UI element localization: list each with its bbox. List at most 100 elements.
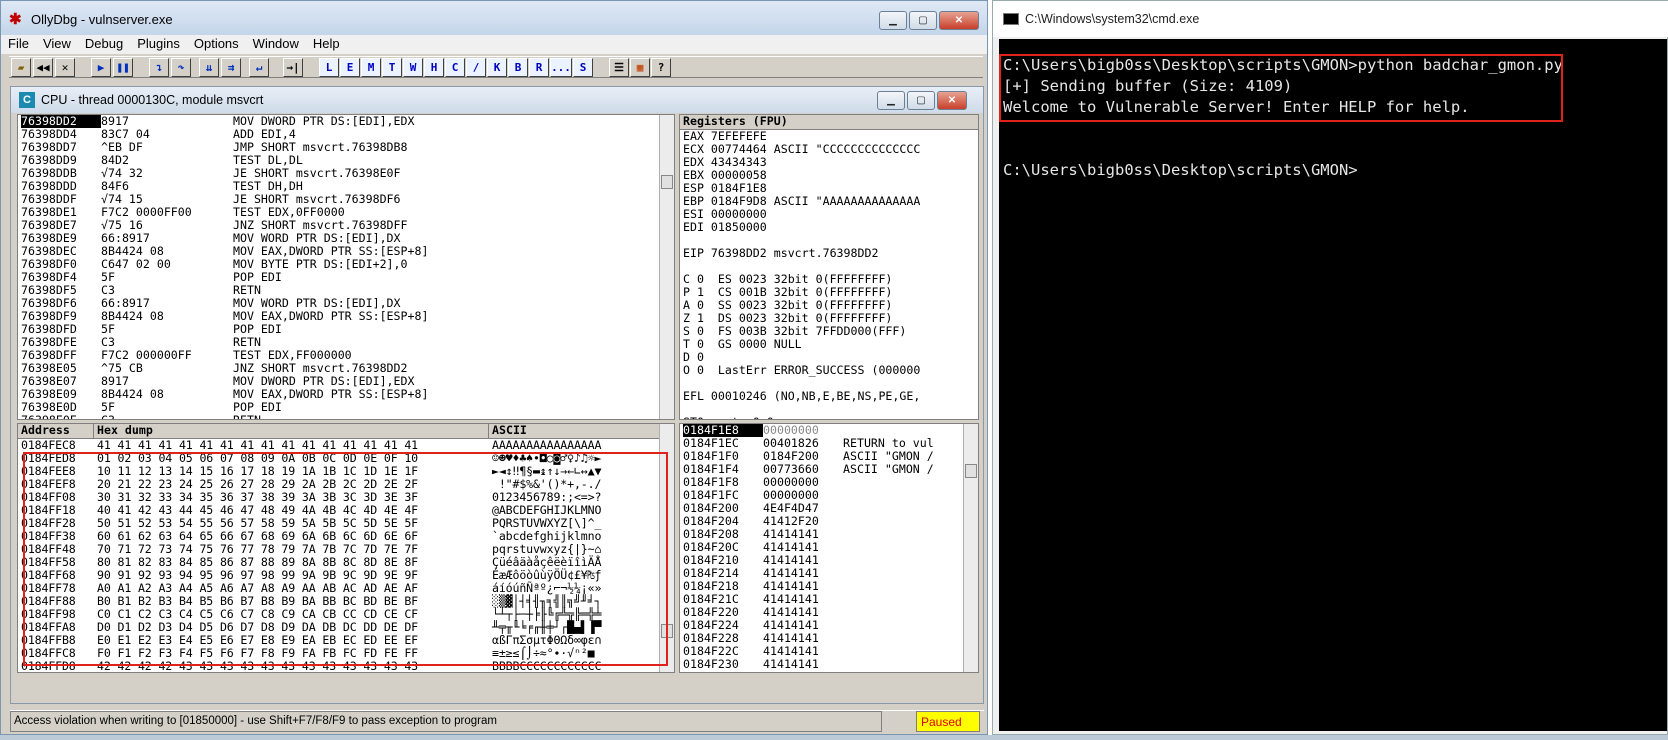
toolbar-m-button[interactable]: M xyxy=(361,58,381,77)
rewind-icon[interactable]: ◀◀ xyxy=(33,58,53,77)
stack-row[interactable]: 0184F23441414141 xyxy=(683,671,978,673)
status-paused-badge: Paused xyxy=(916,711,980,732)
disasm-row[interactable]: 76398DF4 5F POP EDI xyxy=(21,271,674,284)
stack-comment xyxy=(843,514,850,528)
toolbar-w-button[interactable]: W xyxy=(403,58,423,77)
close-button[interactable]: ✕ xyxy=(939,11,979,30)
menu-plugins[interactable]: Plugins xyxy=(130,35,187,51)
stack-address: 0184F234 xyxy=(683,671,763,673)
register-line[interactable]: ST0 empty 0.0 xyxy=(683,416,978,420)
disassembly-scroll-thumb[interactable] xyxy=(661,175,673,189)
cpu-close-button[interactable]: ✕ xyxy=(937,91,967,110)
list-icon[interactable]: ☰ xyxy=(609,58,629,77)
register-line[interactable]: EDI 01850000 xyxy=(683,221,978,234)
disasm-row[interactable]: 76398DFD 5F POP EDI xyxy=(21,323,674,336)
stack-comment xyxy=(843,579,850,593)
step-into-icon[interactable]: ↴ xyxy=(149,58,169,77)
disassembly-pane[interactable]: 76398DD2 8917 MOV DWORD PTR DS:[EDI],EDX 76… xyxy=(17,114,675,420)
disasm-instruction: MOV DWORD PTR DS:[EDI],EDX xyxy=(233,374,415,388)
disasm-instruction: JE SHORT msvcrt.76398E0F xyxy=(233,166,401,180)
stack-comment xyxy=(843,424,850,437)
disasm-instruction: TEST DH,DH xyxy=(233,179,303,193)
run-icon[interactable]: ▶ xyxy=(91,58,111,77)
menu-view[interactable]: View xyxy=(36,35,78,51)
toolbar-b-button[interactable]: B xyxy=(508,58,528,77)
disasm-instruction: MOV BYTE PTR DS:[EDI+2],0 xyxy=(233,257,408,271)
register-line[interactable]: EFL 00010246 (NO,NB,E,BE,NS,PE,GE, xyxy=(683,390,978,403)
stack-comment xyxy=(843,501,850,515)
cpu-minimize-button[interactable]: ▁ xyxy=(877,91,905,110)
menu-help[interactable]: Help xyxy=(306,35,347,51)
close-program-icon[interactable]: ✕ xyxy=(55,58,75,77)
cmd-console[interactable]: C:\Users\bigb0ss\Desktop\scripts\GMON>py… xyxy=(999,39,1667,731)
toolbar-s-button[interactable]: S xyxy=(573,58,593,77)
register-line[interactable]: O 0 LastErr ERROR_SUCCESS (000000 xyxy=(683,364,978,377)
step-over-icon[interactable]: ↷ xyxy=(171,58,191,77)
disasm-row[interactable]: 76398E0D 5F POP EDI xyxy=(21,401,674,414)
cpu-maximize-button[interactable]: ▢ xyxy=(907,91,935,110)
dump-col-hex[interactable]: Hex dump xyxy=(94,424,489,439)
ollydbg-bug-icon: ✱ xyxy=(9,11,22,28)
disasm-row[interactable]: 76398DF0 C647 02 00 MOV BYTE PTR DS:[EDI+2… xyxy=(21,258,674,271)
help-icon[interactable]: ? xyxy=(651,58,671,77)
menu-file[interactable]: File xyxy=(1,35,36,51)
maximize-button[interactable]: ▢ xyxy=(909,11,937,30)
menu-debug[interactable]: Debug xyxy=(78,35,130,51)
stack-comment xyxy=(843,644,850,658)
cmd-window: C:\Windows\system32\cmd.exe C:\Users\big… xyxy=(992,0,1668,735)
disassembly-list: 76398DD2 8917 MOV DWORD PTR DS:[EDI],EDX 76… xyxy=(18,115,674,420)
disasm-instruction: POP EDI xyxy=(233,270,282,284)
goto-icon[interactable]: →| xyxy=(283,58,303,77)
disasm-row[interactable]: 76398E0E C3 RETN xyxy=(21,414,674,420)
disasm-row[interactable]: 76398E09 8B4424 08 MOV EAX,DWORD PTR SS:[E… xyxy=(21,388,674,401)
toolbar-h-button[interactable]: H xyxy=(424,58,444,77)
cpu-window: C CPU - thread 0000130C, module msvcrt ▁… xyxy=(10,86,984,704)
pause-icon[interactable]: ❚❚ xyxy=(113,58,133,77)
disasm-instruction: JE SHORT msvcrt.76398DF6 xyxy=(233,192,401,206)
disassembly-scrollbar[interactable] xyxy=(659,115,674,419)
dump-scroll-thumb[interactable] xyxy=(661,624,673,638)
menu-options[interactable]: Options xyxy=(187,35,246,51)
dump-scrollbar[interactable] xyxy=(659,424,674,672)
toolbar-r-button[interactable]: R xyxy=(529,58,549,77)
dump-ascii: áíóúñÑªº¿⌐¬½¼¡«» xyxy=(492,581,602,595)
execute-till-return-icon[interactable]: ↵ xyxy=(249,58,269,77)
registers-pane[interactable]: Registers (FPU) EAX 7EFEFEFE ECX 00774464… xyxy=(679,114,979,420)
toolbar-t-button[interactable]: T xyxy=(382,58,402,77)
trace-into-icon[interactable]: ⇊ xyxy=(199,58,219,77)
dump-col-address[interactable]: Address xyxy=(18,424,94,439)
disasm-bytes: C647 02 00 xyxy=(101,257,171,271)
dump-address: 0184FFD8 xyxy=(21,659,76,673)
toolbar-l-button[interactable]: L xyxy=(319,58,339,77)
stack-scrollbar[interactable] xyxy=(963,424,978,672)
dump-ascii: ╨╤╥╙╘╒╓╫╪┘┌█▄▌▐▀ xyxy=(492,620,602,634)
cpu-titlebar: C CPU - thread 0000130C, module msvcrt ▁… xyxy=(11,87,983,113)
disasm-bytes: C3 xyxy=(101,413,115,420)
menu-window[interactable]: Window xyxy=(246,35,306,51)
disasm-row[interactable]: 76398DF9 8B4424 08 MOV EAX,DWORD PTR SS:[E… xyxy=(21,310,674,323)
register-line[interactable]: EIP 76398DD2 msvcrt.76398DD2 xyxy=(683,247,978,260)
hex-dump-pane[interactable]: Address Hex dump ASCII 0184FEC841 41 41 … xyxy=(17,423,675,673)
toolbar-e-button[interactable]: E xyxy=(340,58,360,77)
register-line[interactable]: T 0 GS 0000 NULL xyxy=(683,338,978,351)
toolbar-c-button[interactable]: C xyxy=(445,58,465,77)
appearance-icon[interactable]: ▦ xyxy=(630,58,650,77)
dump-row[interactable]: 0184FFD8 42 42 42 42 43 43 43 43 43 43 43… xyxy=(21,660,674,673)
dump-ascii: @ABCDEFGHIJKLMNO xyxy=(492,503,602,517)
dump-ascii: PQRSTUVWXYZ[\]^_ xyxy=(492,516,602,530)
dump-col-ascii[interactable]: ASCII xyxy=(489,424,659,439)
open-icon[interactable]: ▰ xyxy=(11,58,31,77)
stack-comment xyxy=(843,592,850,606)
toolbar-slash-button[interactable]: / xyxy=(466,58,486,77)
dump-ascii: 0123456789:;<=>? xyxy=(492,490,602,504)
stack-scroll-thumb[interactable] xyxy=(965,464,977,478)
stack-pane[interactable]: 0184F1E8 00000000 0184F1EC 00401826 RETURN … xyxy=(679,423,979,673)
toolbar-k-button[interactable]: K xyxy=(487,58,507,77)
toolbar-ellipsis-button[interactable]: ... xyxy=(550,58,572,77)
stack-comment xyxy=(843,670,850,672)
trace-over-icon[interactable]: ⇉ xyxy=(221,58,241,77)
disasm-instruction: JNZ SHORT msvcrt.76398DFF xyxy=(233,218,408,232)
minimize-button[interactable]: ▁ xyxy=(879,11,907,30)
